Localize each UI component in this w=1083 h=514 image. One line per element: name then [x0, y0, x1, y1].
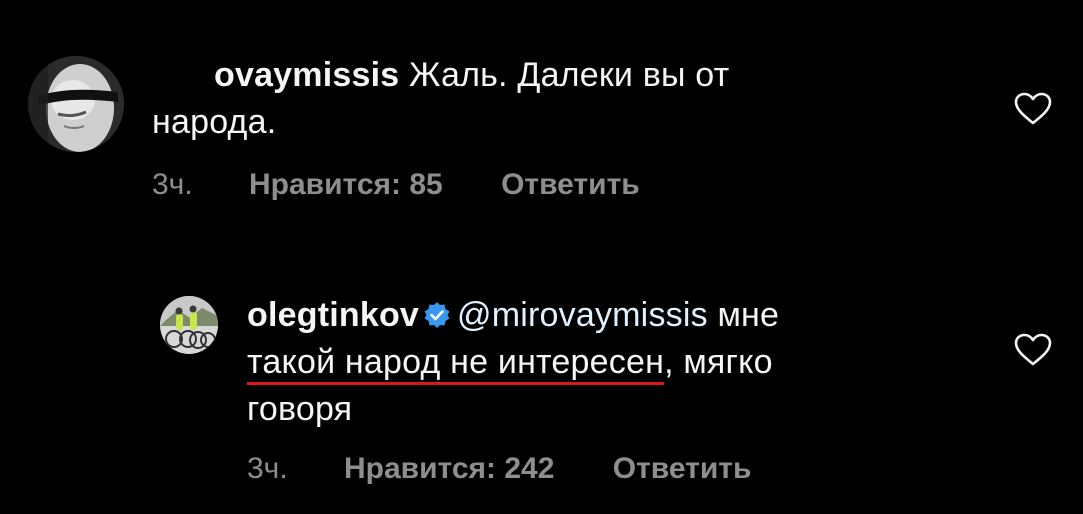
comment-line-2: такой народ не интересен, мягко: [247, 339, 967, 386]
comment-text: ovaymissis Жаль. Далеки вы от народа.: [152, 52, 972, 146]
mention-link[interactable]: @mirovaymissis: [457, 296, 708, 334]
avatar-image: [160, 296, 218, 354]
comment-body-continued: , мягко: [664, 343, 773, 381]
comment-1: ovaymissis Жаль. Далеки вы от народа. 3ч…: [0, 0, 1083, 230]
underlined-text: такой народ не интересен: [247, 343, 665, 381]
comment-line-1: olegtinkov @mirovaymissis мне: [247, 292, 967, 339]
reply-button[interactable]: Ответить: [613, 452, 752, 486]
reply-button[interactable]: Ответить: [501, 168, 640, 202]
heart-icon[interactable]: [1014, 92, 1052, 126]
comment-username[interactable]: olegtinkov: [247, 296, 419, 334]
comment-line-1: ovaymissis Жаль. Далеки вы от: [152, 52, 972, 99]
comment-2: olegtinkov @mirovaymissis мне такой наро…: [0, 280, 1083, 514]
comment-likes[interactable]: Нравится: 242: [344, 452, 554, 486]
verified-badge-icon: [424, 302, 450, 328]
comment-time: 3ч.: [247, 452, 288, 485]
comment-text: olegtinkov @mirovaymissis мне такой наро…: [247, 292, 967, 433]
avatar-image: [28, 56, 124, 152]
comment-line-3: говоря: [247, 390, 353, 428]
comment-username[interactable]: ovaymissis: [152, 52, 399, 99]
comment-likes[interactable]: Нравится: 85: [249, 168, 443, 202]
comment-time: 3ч.: [152, 168, 193, 201]
comment-body: Жаль. Далеки вы от: [409, 56, 730, 94]
comment-meta: 3ч. Нравится: 85 Ответить: [152, 168, 640, 202]
heart-icon[interactable]: [1014, 333, 1052, 367]
comment-body: мне: [707, 296, 780, 334]
comment-meta: 3ч. Нравится: 242 Ответить: [247, 452, 751, 486]
avatar[interactable]: [160, 296, 218, 354]
comment-line-2: народа.: [152, 103, 277, 141]
avatar[interactable]: [28, 56, 124, 152]
